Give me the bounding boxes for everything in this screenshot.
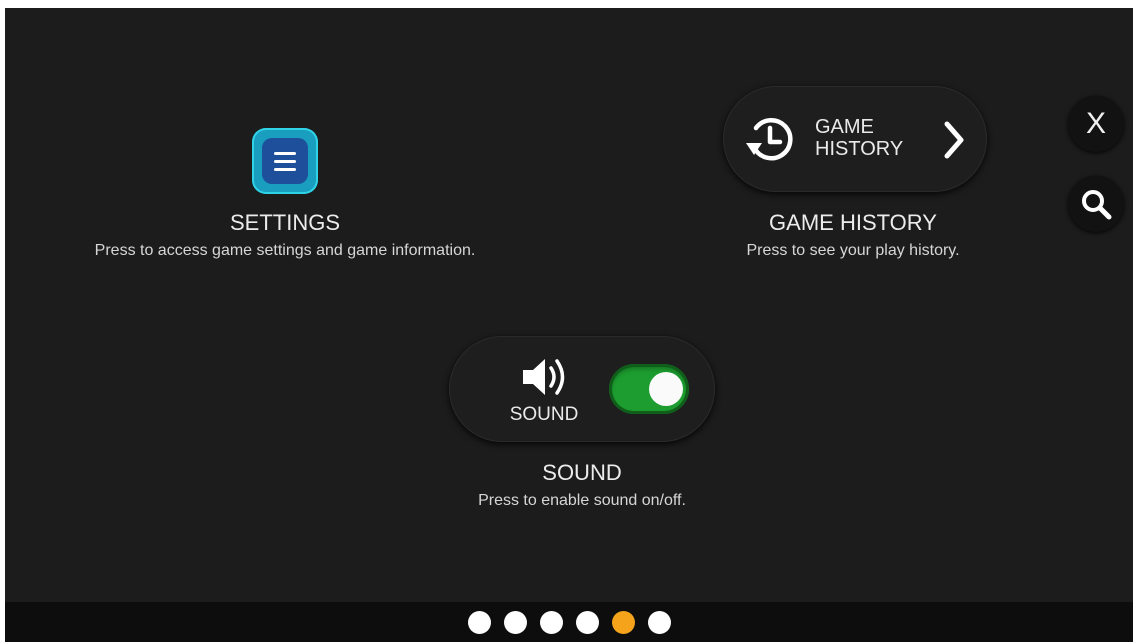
sound-title: SOUND: [542, 460, 622, 485]
help-screen: SETTINGS Press to access game settings a…: [5, 8, 1133, 642]
page-dot[interactable]: [539, 610, 563, 634]
page-dot[interactable]: [647, 610, 671, 634]
menu-icon: [262, 138, 308, 184]
game-history-button-label: GAME HISTORY: [815, 116, 904, 160]
speaker-icon: [523, 359, 565, 395]
game-history-title: GAME HISTORY: [769, 210, 937, 235]
sound-description: Press to enable sound on/off.: [478, 492, 686, 509]
game-history-description: Press to see your play history.: [746, 242, 960, 259]
chevron-right-icon: [944, 121, 964, 159]
close-button[interactable]: X: [1068, 96, 1124, 152]
settings-title: SETTINGS: [229, 210, 340, 235]
search-icon: [1082, 190, 1112, 220]
settings-description: Press to access game settings and game i…: [94, 242, 476, 259]
close-icon: X: [1085, 107, 1106, 140]
page-dot[interactable]: [503, 610, 527, 634]
sound-control: SOUND: [449, 336, 715, 442]
page-dot[interactable]: [467, 610, 491, 634]
settings-button[interactable]: [252, 128, 318, 194]
sound-toggle[interactable]: [609, 364, 689, 414]
toggle-knob: [649, 372, 683, 406]
page-indicator-bar: [5, 602, 1133, 642]
page-indicator: [5, 602, 1133, 642]
game-history-button[interactable]: GAME HISTORY: [723, 86, 987, 192]
page-dot-active[interactable]: [611, 610, 635, 634]
page-dot[interactable]: [575, 610, 599, 634]
search-button[interactable]: [1068, 176, 1124, 232]
sound-label: SOUND: [509, 404, 579, 425]
history-clock-icon: [746, 117, 793, 161]
